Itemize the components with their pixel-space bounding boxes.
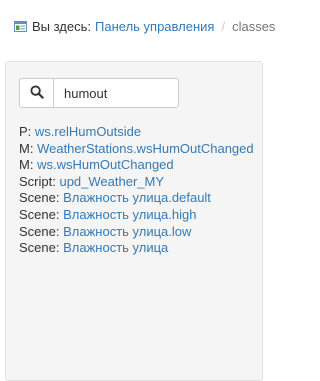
result-item: P: ws.relHumOutside [19, 124, 254, 141]
breadcrumb: Вы здесь: Панель управления / classes [14, 17, 275, 35]
result-item: M: ws.wsHumOutChanged [19, 157, 254, 174]
result-link[interactable]: Влажность улица.low [63, 224, 191, 239]
search-group [19, 78, 179, 108]
result-link[interactable]: WeatherStations.wsHumOutChanged [37, 141, 254, 156]
result-link[interactable]: Влажность улица.default [63, 190, 211, 205]
result-type: P: [19, 124, 32, 139]
result-link[interactable]: ws.relHumOutside [35, 124, 141, 139]
breadcrumb-current: classes [232, 18, 276, 34]
breadcrumb-prefix: Вы здесь: [32, 18, 92, 34]
result-item: Script: upd_Weather_MY [19, 174, 254, 191]
result-item: Scene: Влажность улица.default [19, 190, 254, 207]
result-item: Scene: Влажность улица.high [19, 207, 254, 224]
breadcrumb-separator: / [221, 18, 226, 34]
result-item: Scene: Влажность улица.low [19, 224, 254, 241]
search-input[interactable] [53, 78, 179, 108]
search-button[interactable] [19, 78, 53, 108]
result-item: Scene: Влажность улица [19, 240, 254, 257]
result-type: Script: [19, 173, 56, 189]
search-icon [29, 84, 44, 102]
search-results-list: P: ws.relHumOutside M: WeatherStations.ws… [19, 124, 254, 257]
search-panel: P: ws.relHumOutsideM: WeatherStations.ws… [5, 61, 263, 381]
result-type: Scene: [19, 190, 60, 206]
result-item: M: WeatherStations.wsHumOutChanged [19, 141, 254, 158]
dashboard-icon [14, 20, 27, 33]
result-type: Scene: [19, 206, 60, 222]
result-link[interactable]: Влажность улица.high [63, 207, 196, 222]
result-type: Scene: [19, 223, 60, 239]
result-type: Scene: [19, 240, 60, 256]
result-link[interactable]: Влажность улица [63, 240, 168, 255]
breadcrumb-home-link[interactable]: Панель управления [95, 19, 214, 34]
result-type: M: [19, 140, 34, 156]
result-type: M: [19, 157, 34, 173]
result-link[interactable]: ws.wsHumOutChanged [37, 157, 174, 172]
result-link[interactable]: upd_Weather_MY [59, 174, 164, 189]
